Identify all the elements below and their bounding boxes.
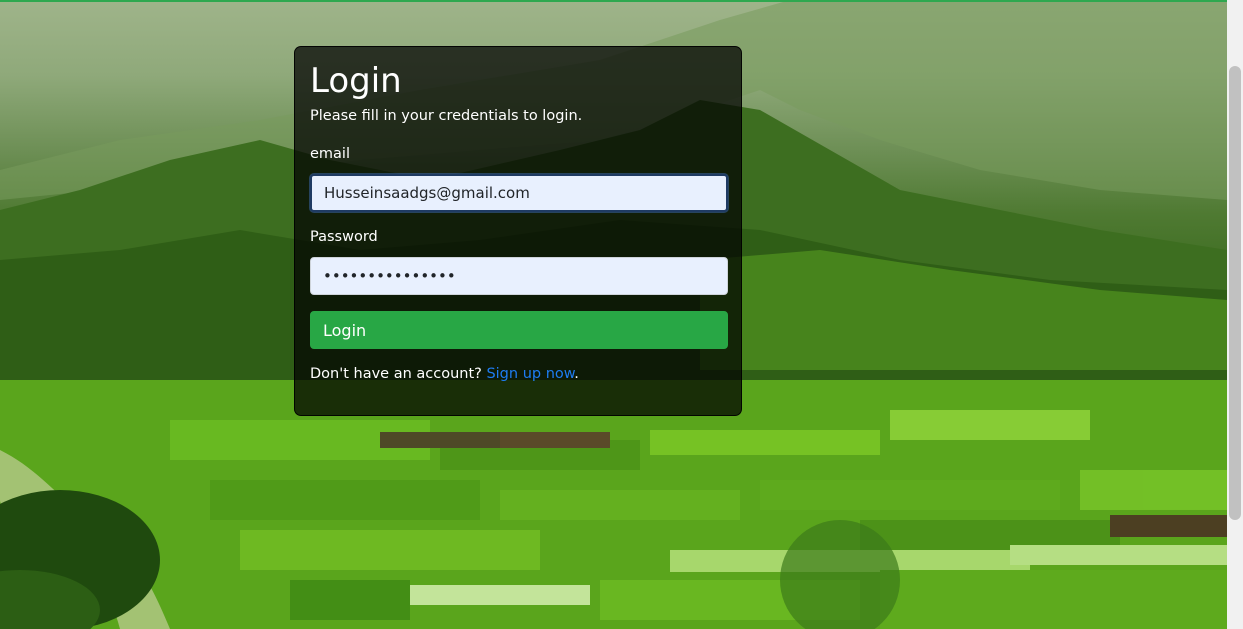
login-subtitle: Please fill in your credentials to login…	[310, 108, 583, 124]
top-accent-bar	[0, 0, 1227, 2]
login-title: Login	[310, 61, 402, 101]
signup-suffix: .	[574, 366, 579, 382]
password-field[interactable]	[310, 257, 728, 295]
password-label: Password	[310, 229, 378, 245]
login-card: Login Please fill in your credentials to…	[294, 46, 742, 416]
page: Login Please fill in your credentials to…	[0, 0, 1243, 629]
signup-prompt: Don't have an account? Sign up now.	[310, 366, 579, 382]
signup-prompt-text: Don't have an account?	[310, 366, 482, 382]
scrollbar-thumb[interactable]	[1229, 66, 1241, 520]
signup-link[interactable]: Sign up now	[486, 366, 574, 382]
email-field[interactable]	[310, 174, 728, 212]
email-label: email	[310, 146, 350, 162]
login-button[interactable]: Login	[310, 311, 728, 349]
